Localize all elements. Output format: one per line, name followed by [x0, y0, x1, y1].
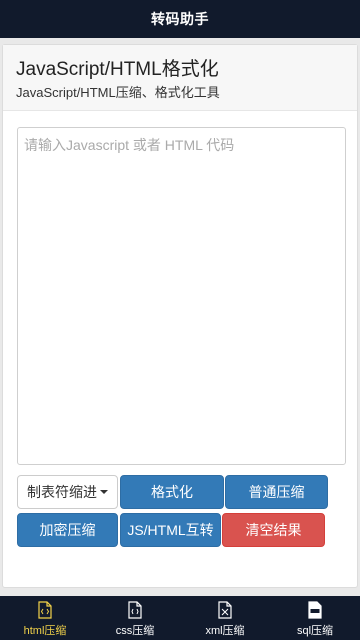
app-title: 转码助手	[151, 12, 209, 28]
sql-file-icon	[308, 601, 322, 619]
xml-file-icon	[218, 601, 232, 619]
clear-result-button[interactable]: 清空结果	[222, 513, 325, 547]
format-button-label: 格式化	[151, 484, 193, 500]
tab-sql-compress[interactable]: sql压缩	[270, 596, 360, 640]
css-file-icon	[128, 601, 142, 619]
tab-css-compress-label: css压缩	[115, 625, 155, 637]
page-subtitle: JavaScript/HTML压缩、格式化工具	[16, 85, 220, 100]
js-html-convert-button-label: JS/HTML互转	[127, 522, 214, 538]
normal-compress-button-label: 普通压缩	[248, 484, 305, 500]
indent-select[interactable]: 制表符缩进	[17, 475, 118, 509]
app-header: 转码助手	[0, 0, 360, 38]
page-title: JavaScript/HTML格式化	[16, 59, 219, 80]
tab-xml-compress[interactable]: xml压缩	[180, 596, 270, 640]
normal-compress-button[interactable]: 普通压缩	[225, 475, 328, 509]
tab-html-compress[interactable]: html压缩	[0, 596, 90, 640]
html-file-icon	[38, 601, 52, 619]
caret-down-icon	[100, 490, 108, 494]
panel-heading: JavaScript/HTML格式化 JavaScript/HTML压缩、格式化…	[3, 45, 357, 111]
tab-sql-compress-label: sql压缩	[296, 625, 334, 637]
tab-xml-compress-label: xml压缩	[205, 625, 245, 637]
clear-result-button-label: 清空结果	[245, 522, 302, 538]
tab-css-compress[interactable]: css压缩	[90, 596, 180, 640]
footer-strip	[0, 588, 360, 596]
encrypt-compress-button-label: 加密压缩	[39, 522, 96, 538]
bottom-tab-bar: html压缩 css压缩 xml压缩 sql压缩	[0, 596, 360, 640]
main-panel: JavaScript/HTML格式化 JavaScript/HTML压缩、格式化…	[2, 44, 358, 588]
tab-html-compress-label: html压缩	[23, 625, 67, 637]
format-button[interactable]: 格式化	[120, 475, 224, 509]
code-input[interactable]	[17, 127, 346, 465]
indent-select-label: 制表符缩进	[27, 484, 97, 500]
js-html-convert-button[interactable]: JS/HTML互转	[120, 513, 221, 547]
encrypt-compress-button[interactable]: 加密压缩	[17, 513, 118, 547]
